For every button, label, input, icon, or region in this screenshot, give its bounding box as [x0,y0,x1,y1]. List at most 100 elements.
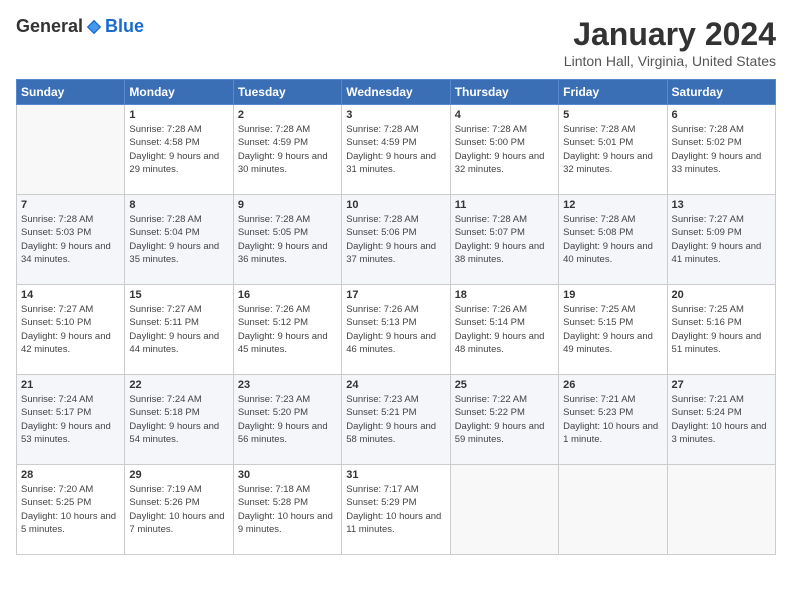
logo-general-text: General [16,16,83,37]
header-saturday: Saturday [667,80,775,105]
table-cell: 21 Sunrise: 7:24 AM Sunset: 5:17 PM Dayli… [17,375,125,465]
table-cell: 17Sunrise: 7:26 AM Sunset: 5:13 PM Dayli… [342,285,450,375]
cell-info: Sunrise: 7:28 AM Sunset: 4:59 PM Dayligh… [238,123,337,176]
weekday-header-row: SundayMondayTuesdayWednesdayThursdayFrid… [17,80,776,105]
table-cell: 19 Sunrise: 7:25 AM Sunset: 5:15 PM Dayli… [559,285,667,375]
day-number: 16 [238,289,337,301]
day-number: 5 [563,109,662,121]
cell-info: Sunrise: 7:26 AM Sunset: 5:14 PM Dayligh… [455,303,554,356]
cell-info: Sunrise: 7:26 AM Sunset: 5:13 PM Dayligh… [346,303,445,356]
table-cell [17,105,125,195]
cell-info: Sunrise: 7:28 AM Sunset: 5:03 PM Dayligh… [21,213,120,266]
day-number: 21 [21,379,120,391]
header-friday: Friday [559,80,667,105]
table-cell: 4 Sunrise: 7:28 AM Sunset: 5:00 PM Daylig… [450,105,558,195]
cell-info: Sunrise: 7:25 AM Sunset: 5:15 PM Dayligh… [563,303,662,356]
table-cell: 29 Sunrise: 7:19 AM Sunset: 5:26 PM Dayli… [125,465,233,555]
cell-info: Sunrise: 7:28 AM Sunset: 5:02 PM Dayligh… [672,123,771,176]
table-cell: 14 Sunrise: 7:27 AM Sunset: 5:10 PM Dayli… [17,285,125,375]
day-number: 24 [346,379,445,391]
cell-info: Sunrise: 7:27 AM Sunset: 5:09 PM Dayligh… [672,213,771,266]
cell-info: Sunrise: 7:21 AM Sunset: 5:24 PM Dayligh… [672,393,771,446]
cell-info: Sunrise: 7:28 AM Sunset: 5:06 PM Dayligh… [346,213,445,266]
cell-info: Sunrise: 7:28 AM Sunset: 5:01 PM Dayligh… [563,123,662,176]
day-number: 4 [455,109,554,121]
cell-info: Sunrise: 7:22 AM Sunset: 5:22 PM Dayligh… [455,393,554,446]
day-number: 6 [672,109,771,121]
table-cell [559,465,667,555]
table-cell: 26 Sunrise: 7:21 AM Sunset: 5:23 PM Dayli… [559,375,667,465]
table-cell: 30 Sunrise: 7:18 AM Sunset: 5:28 PM Dayli… [233,465,341,555]
cell-info: Sunrise: 7:27 AM Sunset: 5:10 PM Dayligh… [21,303,120,356]
cell-info: Sunrise: 7:28 AM Sunset: 5:05 PM Dayligh… [238,213,337,266]
cell-info: Sunrise: 7:26 AM Sunset: 5:12 PM Dayligh… [238,303,337,356]
day-number: 7 [21,199,120,211]
table-cell: 11 Sunrise: 7:28 AM Sunset: 5:07 PM Dayli… [450,195,558,285]
day-number: 15 [129,289,228,301]
cell-info: Sunrise: 7:27 AM Sunset: 5:11 PM Dayligh… [129,303,228,356]
cell-info: Sunrise: 7:17 AM Sunset: 5:29 PM Dayligh… [346,483,445,536]
day-number: 30 [238,469,337,481]
day-number: 3 [346,109,445,121]
cell-info: Sunrise: 7:28 AM Sunset: 4:59 PM Dayligh… [346,123,445,176]
table-cell: 22Sunrise: 7:24 AM Sunset: 5:18 PM Dayli… [125,375,233,465]
table-cell: 28Sunrise: 7:20 AM Sunset: 5:25 PM Dayli… [17,465,125,555]
logo: General Blue [16,16,144,37]
logo-blue-text: Blue [105,16,144,37]
cell-info: Sunrise: 7:25 AM Sunset: 5:16 PM Dayligh… [672,303,771,356]
cell-info: Sunrise: 7:28 AM Sunset: 5:08 PM Dayligh… [563,213,662,266]
cell-info: Sunrise: 7:24 AM Sunset: 5:17 PM Dayligh… [21,393,120,446]
day-number: 8 [129,199,228,211]
day-number: 10 [346,199,445,211]
table-cell: 12 Sunrise: 7:28 AM Sunset: 5:08 PM Dayli… [559,195,667,285]
title-area: January 2024 Linton Hall, Virginia, Unit… [564,16,776,69]
table-cell: 10 Sunrise: 7:28 AM Sunset: 5:06 PM Dayli… [342,195,450,285]
table-cell: 23 Sunrise: 7:23 AM Sunset: 5:20 PM Dayli… [233,375,341,465]
location-text: Linton Hall, Virginia, United States [564,53,776,69]
day-number: 25 [455,379,554,391]
header-tuesday: Tuesday [233,80,341,105]
cell-info: Sunrise: 7:21 AM Sunset: 5:23 PM Dayligh… [563,393,662,446]
cell-info: Sunrise: 7:18 AM Sunset: 5:28 PM Dayligh… [238,483,337,536]
day-number: 19 [563,289,662,301]
day-number: 29 [129,469,228,481]
cell-info: Sunrise: 7:28 AM Sunset: 4:58 PM Dayligh… [129,123,228,176]
header-wednesday: Wednesday [342,80,450,105]
table-cell: 8Sunrise: 7:28 AM Sunset: 5:04 PM Daylig… [125,195,233,285]
day-number: 26 [563,379,662,391]
cell-info: Sunrise: 7:19 AM Sunset: 5:26 PM Dayligh… [129,483,228,536]
table-cell: 31 Sunrise: 7:17 AM Sunset: 5:29 PM Dayli… [342,465,450,555]
week-row-1: 1Sunrise: 7:28 AM Sunset: 4:58 PM Daylig… [17,105,776,195]
table-cell: 24Sunrise: 7:23 AM Sunset: 5:21 PM Dayli… [342,375,450,465]
cell-info: Sunrise: 7:24 AM Sunset: 5:18 PM Dayligh… [129,393,228,446]
cell-info: Sunrise: 7:28 AM Sunset: 5:07 PM Dayligh… [455,213,554,266]
table-cell [667,465,775,555]
week-row-4: 21 Sunrise: 7:24 AM Sunset: 5:17 PM Dayli… [17,375,776,465]
header-thursday: Thursday [450,80,558,105]
day-number: 23 [238,379,337,391]
table-cell: 20Sunrise: 7:25 AM Sunset: 5:16 PM Dayli… [667,285,775,375]
week-row-5: 28Sunrise: 7:20 AM Sunset: 5:25 PM Dayli… [17,465,776,555]
header-monday: Monday [125,80,233,105]
table-cell: 15 Sunrise: 7:27 AM Sunset: 5:11 PM Dayli… [125,285,233,375]
table-cell: 18 Sunrise: 7:26 AM Sunset: 5:14 PM Dayli… [450,285,558,375]
cell-info: Sunrise: 7:23 AM Sunset: 5:20 PM Dayligh… [238,393,337,446]
week-row-2: 7 Sunrise: 7:28 AM Sunset: 5:03 PM Daylig… [17,195,776,285]
day-number: 18 [455,289,554,301]
day-number: 14 [21,289,120,301]
table-cell: 5 Sunrise: 7:28 AM Sunset: 5:01 PM Daylig… [559,105,667,195]
day-number: 11 [455,199,554,211]
table-cell: 13 Sunrise: 7:27 AM Sunset: 5:09 PM Dayli… [667,195,775,285]
page-header: General Blue January 2024 Linton Hall, V… [16,16,776,69]
day-number: 12 [563,199,662,211]
cell-info: Sunrise: 7:28 AM Sunset: 5:00 PM Dayligh… [455,123,554,176]
table-cell: 9Sunrise: 7:28 AM Sunset: 5:05 PM Daylig… [233,195,341,285]
table-cell: 6 Sunrise: 7:28 AM Sunset: 5:02 PM Daylig… [667,105,775,195]
day-number: 13 [672,199,771,211]
table-cell: 3 Sunrise: 7:28 AM Sunset: 4:59 PM Daylig… [342,105,450,195]
table-cell: 1Sunrise: 7:28 AM Sunset: 4:58 PM Daylig… [125,105,233,195]
month-title: January 2024 [564,16,776,53]
table-cell: 27Sunrise: 7:21 AM Sunset: 5:24 PM Dayli… [667,375,775,465]
day-number: 2 [238,109,337,121]
day-number: 31 [346,469,445,481]
